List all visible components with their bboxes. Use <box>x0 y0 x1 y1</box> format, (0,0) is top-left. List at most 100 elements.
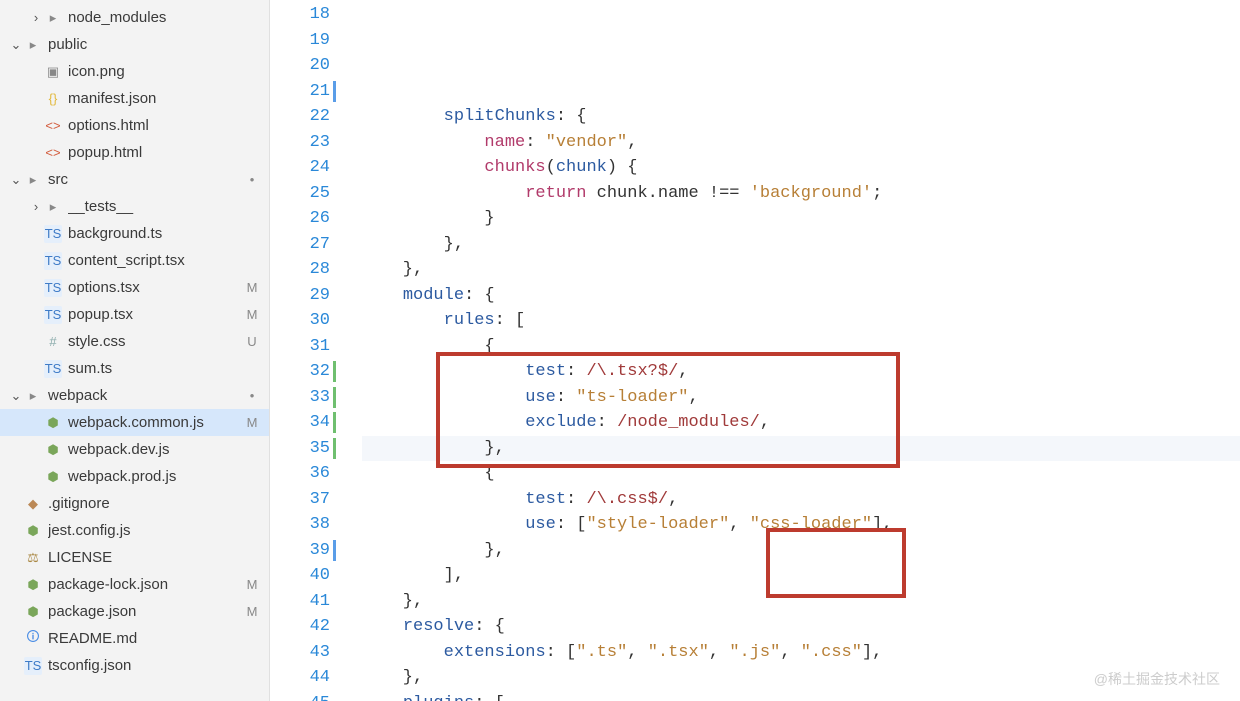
ts-icon: TS <box>24 657 42 675</box>
line-number: 26 <box>270 206 330 232</box>
file-explorer[interactable]: ›▸node_modules⌄▸public▣icon.png{}manifes… <box>0 0 270 701</box>
vcs-status: U <box>243 334 261 349</box>
code-editor[interactable]: 1819202122232425262728293031323334353637… <box>270 0 1240 701</box>
file-style-css[interactable]: #style.cssU <box>0 328 269 355</box>
code-line[interactable]: test: /\.css$/, <box>362 487 1240 513</box>
code-line[interactable]: module: { <box>362 283 1240 309</box>
code-line[interactable]: }, <box>362 232 1240 258</box>
folder--tests-[interactable]: ›▸__tests__ <box>0 193 269 220</box>
folder-webpack[interactable]: ⌄▸ webpack• <box>0 382 269 409</box>
line-number: 22 <box>270 104 330 130</box>
line-number: 21 <box>270 79 330 105</box>
file-label: __tests__ <box>68 198 243 215</box>
md-icon: 🛈 <box>24 630 42 648</box>
js-icon: ⬢ <box>24 603 42 621</box>
vcs-status: • <box>243 388 261 403</box>
file-options-html[interactable]: <>options.html <box>0 112 269 139</box>
vcs-status: M <box>243 280 261 295</box>
file-label: src <box>48 171 243 188</box>
file-background-ts[interactable]: TSbackground.ts <box>0 220 269 247</box>
file-options-tsx[interactable]: TSoptions.tsxM <box>0 274 269 301</box>
line-number: 20 <box>270 53 330 79</box>
code-line[interactable]: }, <box>362 589 1240 615</box>
hash-icon: # <box>44 333 62 351</box>
line-number: 44 <box>270 665 330 691</box>
file-webpack-dev-js[interactable]: ⬢webpack.dev.js <box>0 436 269 463</box>
git-icon: ◆ <box>24 495 42 513</box>
code-line[interactable]: splitChunks: { <box>362 104 1240 130</box>
code-line[interactable]: test: /\.tsx?$/, <box>362 359 1240 385</box>
folder-public[interactable]: ⌄▸public <box>0 31 269 58</box>
file-label: webpack.common.js <box>68 414 243 431</box>
file-popup-tsx[interactable]: TSpopup.tsxM <box>0 301 269 328</box>
file-content-script-tsx[interactable]: TScontent_script.tsx <box>0 247 269 274</box>
line-number: 39 <box>270 538 330 564</box>
file-webpack-common-js[interactable]: ⬢webpack.common.jsM <box>0 409 269 436</box>
line-number: 24 <box>270 155 330 181</box>
code-line[interactable]: }, <box>362 538 1240 564</box>
code-line[interactable]: name: "vendor", <box>362 130 1240 156</box>
vcs-status: M <box>243 415 261 430</box>
code-line[interactable]: return chunk.name !== 'background'; <box>362 181 1240 207</box>
file-label: sum.ts <box>68 360 243 377</box>
code-line[interactable]: chunks(chunk) { <box>362 155 1240 181</box>
file-label: webpack <box>48 387 243 404</box>
chevron-icon: › <box>28 199 44 214</box>
file-package-json[interactable]: ⬢package.jsonM <box>0 598 269 625</box>
file-tsconfig-json[interactable]: TStsconfig.json <box>0 652 269 679</box>
file-jest-config-js[interactable]: ⬢jest.config.js <box>0 517 269 544</box>
file-label: options.html <box>68 117 243 134</box>
file-label: jest.config.js <box>48 522 243 539</box>
file-webpack-prod-js[interactable]: ⬢webpack.prod.js <box>0 463 269 490</box>
code-line[interactable]: { <box>362 334 1240 360</box>
code-area[interactable]: splitChunks: { name: "vendor", chunks(ch… <box>338 0 1240 701</box>
file-sum-ts[interactable]: TS sum.ts <box>0 355 269 382</box>
folder-icon: ▸ <box>44 9 62 27</box>
line-number: 34 <box>270 410 330 436</box>
line-number: 38 <box>270 512 330 538</box>
line-number: 33 <box>270 385 330 411</box>
file-label: README.md <box>48 630 243 647</box>
code-line[interactable]: exclude: /node_modules/, <box>362 410 1240 436</box>
code-line[interactable]: plugins: [ <box>362 691 1240 701</box>
chevron-icon: › <box>28 10 44 25</box>
file-readme-md[interactable]: 🛈 README.md <box>0 625 269 652</box>
file-icon-png[interactable]: ▣icon.png <box>0 58 269 85</box>
line-number: 18 <box>270 2 330 28</box>
ts-icon: TS <box>44 360 62 378</box>
folder-node-modules[interactable]: ›▸node_modules <box>0 4 269 31</box>
folder-icon: ▸ <box>24 387 42 405</box>
line-number: 23 <box>270 130 330 156</box>
html-icon: <> <box>44 144 62 162</box>
line-number: 42 <box>270 614 330 640</box>
file-label: LICENSE <box>48 549 243 566</box>
vcs-status: • <box>243 172 261 187</box>
file-label: package.json <box>48 603 243 620</box>
code-line[interactable]: }, <box>362 436 1240 462</box>
code-line[interactable]: } <box>362 206 1240 232</box>
code-line[interactable]: use: "ts-loader", <box>362 385 1240 411</box>
code-line[interactable]: ], <box>362 563 1240 589</box>
code-line[interactable]: }, <box>362 257 1240 283</box>
vcs-status: M <box>243 307 261 322</box>
file-popup-html[interactable]: <>popup.html <box>0 139 269 166</box>
file-manifest-json[interactable]: {}manifest.json <box>0 85 269 112</box>
code-line[interactable]: use: ["style-loader", "css-loader"], <box>362 512 1240 538</box>
line-number: 31 <box>270 334 330 360</box>
file--gitignore[interactable]: ◆.gitignore <box>0 490 269 517</box>
file-license[interactable]: ⚖LICENSE <box>0 544 269 571</box>
file-label: webpack.prod.js <box>68 468 243 485</box>
line-number: 43 <box>270 640 330 666</box>
file-label: content_script.tsx <box>68 252 243 269</box>
file-package-lock-json[interactable]: ⬢package-lock.jsonM <box>0 571 269 598</box>
code-line[interactable]: extensions: [".ts", ".tsx", ".js", ".css… <box>362 640 1240 666</box>
line-number-gutter: 1819202122232425262728293031323334353637… <box>270 0 338 701</box>
js-icon: ⬢ <box>44 441 62 459</box>
code-line[interactable]: resolve: { <box>362 614 1240 640</box>
code-line[interactable]: { <box>362 461 1240 487</box>
folder-src[interactable]: ⌄▸src• <box>0 166 269 193</box>
code-line[interactable]: rules: [ <box>362 308 1240 334</box>
line-number: 19 <box>270 28 330 54</box>
code-line[interactable]: }, <box>362 665 1240 691</box>
chevron-icon: ⌄ <box>8 388 24 404</box>
